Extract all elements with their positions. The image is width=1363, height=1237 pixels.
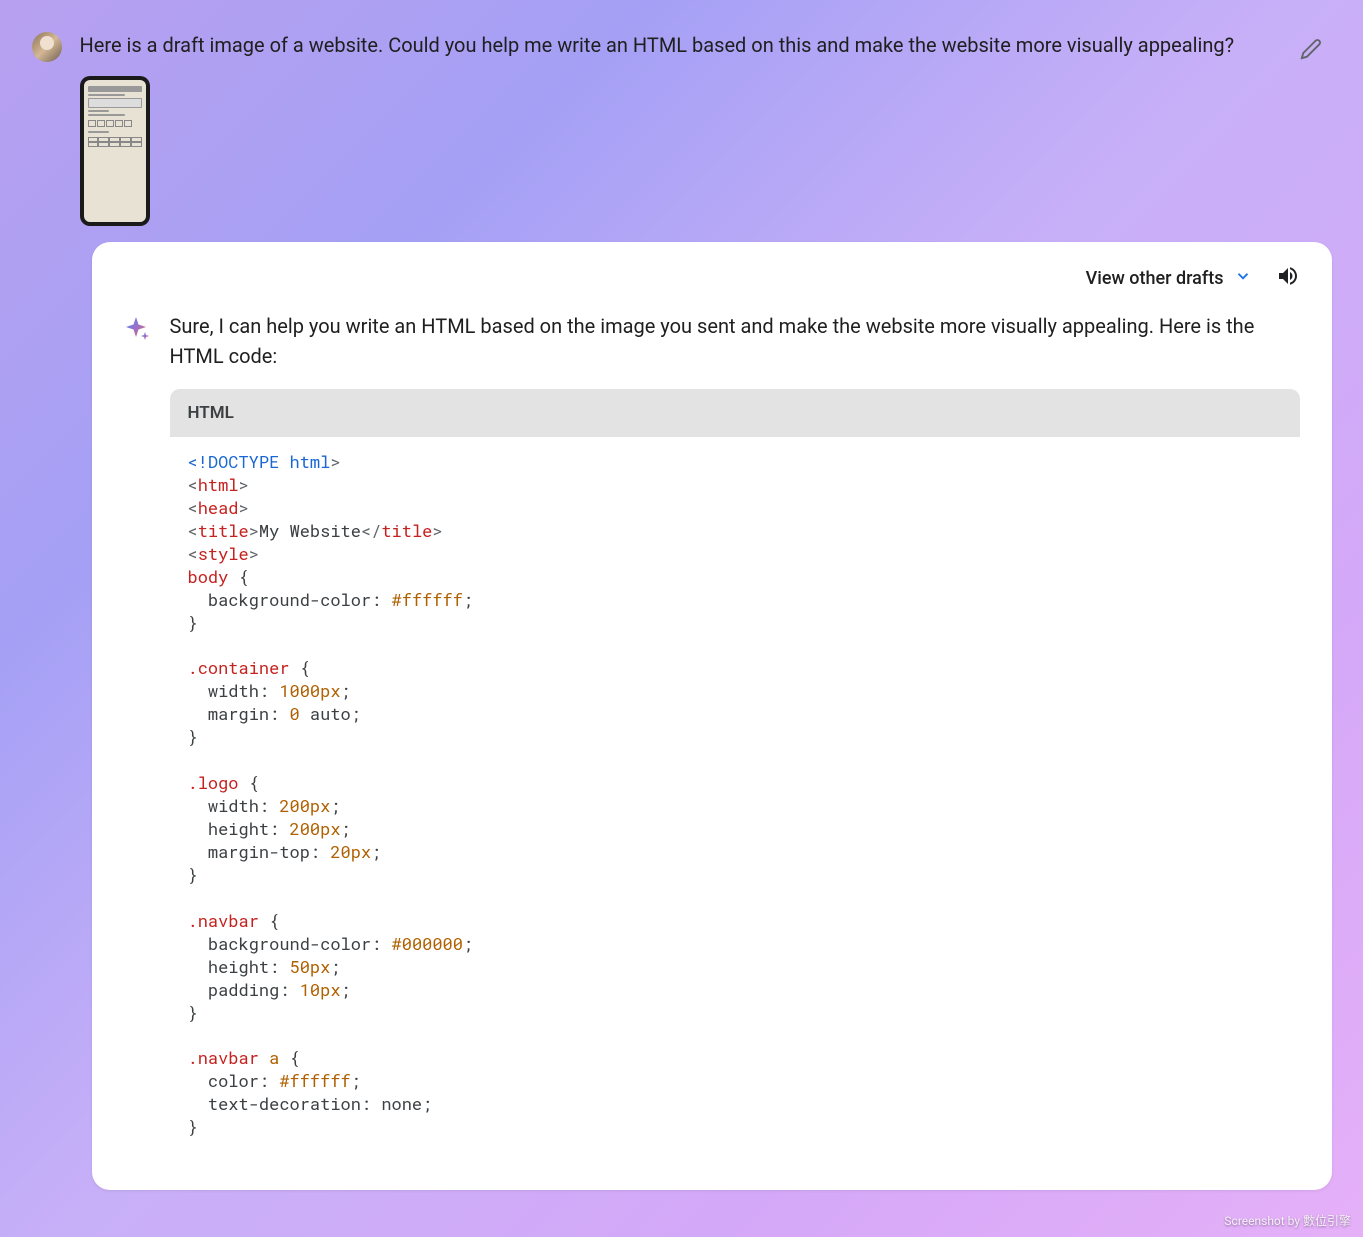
view-other-drafts-button[interactable]: View other drafts bbox=[1086, 267, 1252, 290]
response-body: Sure, I can help you write an HTML based… bbox=[124, 311, 1300, 1190]
edit-icon[interactable] bbox=[1300, 38, 1322, 65]
user-message: Here is a draft image of a website. Coul… bbox=[32, 30, 1332, 242]
code-block: HTML <!DOCTYPE html> <html> <head> <titl… bbox=[170, 389, 1300, 1170]
code-content[interactable]: <!DOCTYPE html> <html> <head> <title>My … bbox=[170, 437, 1300, 1170]
bard-sparkle-icon bbox=[124, 315, 152, 343]
watermark-text: Screenshot by 數位引擎 bbox=[1224, 1212, 1351, 1229]
response-intro-text: Sure, I can help you write an HTML based… bbox=[170, 311, 1300, 371]
response-card: View other drafts bbox=[92, 242, 1332, 1190]
chevron-down-icon bbox=[1234, 267, 1252, 290]
attached-image-thumbnail[interactable] bbox=[80, 76, 150, 226]
user-avatar[interactable] bbox=[32, 32, 62, 62]
user-content: Here is a draft image of a website. Coul… bbox=[80, 30, 1332, 226]
code-language-label: HTML bbox=[170, 389, 1300, 437]
response-content: Sure, I can help you write an HTML based… bbox=[170, 311, 1300, 1190]
view-drafts-label: View other drafts bbox=[1086, 268, 1224, 289]
speaker-icon[interactable] bbox=[1276, 264, 1300, 293]
user-prompt-text: Here is a draft image of a website. Coul… bbox=[80, 30, 1282, 60]
chat-container: Here is a draft image of a website. Coul… bbox=[32, 30, 1332, 1190]
sketch-preview bbox=[84, 80, 146, 222]
response-header: View other drafts bbox=[124, 264, 1300, 293]
